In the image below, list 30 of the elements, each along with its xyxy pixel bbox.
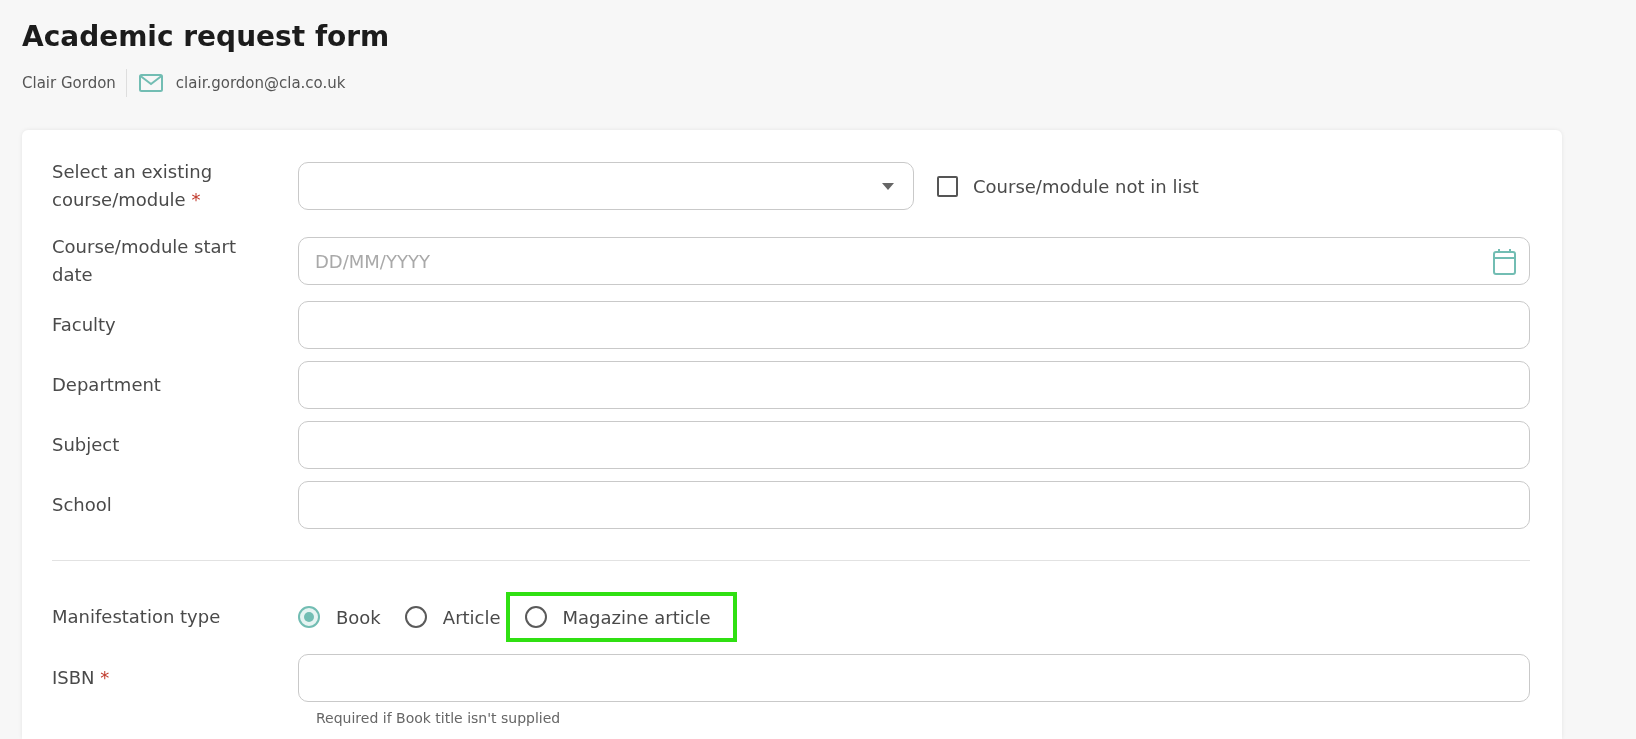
- field-label: Select an existing course/module *: [52, 161, 213, 210]
- radio-button[interactable]: [524, 606, 547, 628]
- course-select[interactable]: [298, 162, 914, 210]
- field-label: Faculty: [52, 314, 116, 335]
- field-label: School: [52, 494, 112, 515]
- radio-label[interactable]: Magazine article: [562, 606, 711, 628]
- text-field[interactable]: [298, 654, 1530, 702]
- page-title: Academic request form: [22, 19, 390, 55]
- calendar-icon[interactable]: [1493, 248, 1516, 275]
- date-field[interactable]: DD/MM/YYYY: [298, 237, 1530, 285]
- field-label: Department: [52, 374, 161, 395]
- mail-icon: [138, 74, 163, 92]
- text-field[interactable]: [298, 481, 1530, 529]
- field-label: Manifestation type: [52, 606, 221, 627]
- text-field[interactable]: [298, 301, 1530, 349]
- radio-label[interactable]: Article: [442, 606, 501, 628]
- radio-label[interactable]: Book: [336, 606, 381, 628]
- text-field[interactable]: [298, 421, 1530, 469]
- field-label: Course/module start date: [52, 236, 236, 285]
- email-address: clair.gordon@cla.co.uk: [175, 74, 346, 92]
- caret-icon: [882, 182, 894, 190]
- user-name: Clair Gordon: [22, 74, 116, 92]
- text-field[interactable]: [298, 361, 1530, 409]
- checkbox-label[interactable]: Course/module not in list: [973, 175, 1199, 197]
- radio-button[interactable]: [404, 606, 427, 628]
- field-hint: Required if Book title isn't supplied: [316, 710, 561, 726]
- field-label: Subject: [52, 434, 120, 455]
- checkbox[interactable]: [937, 175, 958, 197]
- radio-button[interactable]: [298, 606, 320, 628]
- field-label: ISBN *: [52, 667, 110, 688]
